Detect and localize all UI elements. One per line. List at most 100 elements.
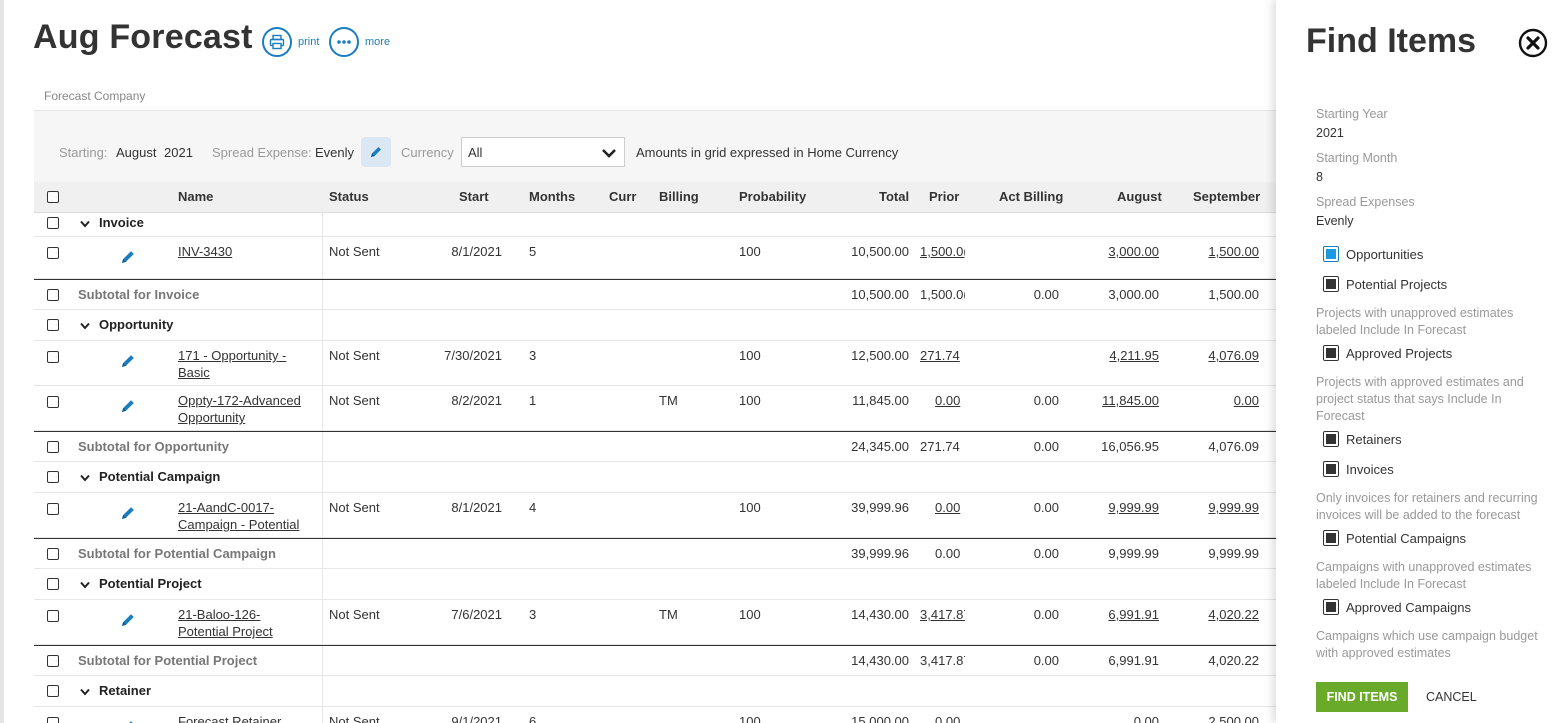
pencil-icon[interactable] — [120, 719, 136, 723]
item-august[interactable]: 0.00 — [1074, 713, 1159, 723]
table-row[interactable]: 171 - Opportunity - Basic Not Sent 7/30/… — [34, 341, 1276, 386]
potential-campaigns-checkbox[interactable] — [1323, 530, 1339, 546]
col-probability[interactable]: Probability — [739, 189, 806, 204]
currency-select[interactable]: All — [461, 137, 625, 167]
item-name[interactable]: 171 - Opportunity - — [178, 347, 286, 364]
item-september[interactable]: 4,020.22 — [1174, 606, 1259, 623]
item-prior[interactable]: 3,417.87 — [920, 606, 965, 623]
row-checkbox[interactable] — [47, 548, 59, 560]
item-prior[interactable]: 0.00 — [935, 499, 960, 516]
col-name[interactable]: Name — [178, 189, 213, 204]
row-checkbox[interactable] — [47, 289, 59, 301]
row-checkbox[interactable] — [47, 396, 59, 408]
col-prior[interactable]: Prior — [929, 189, 959, 204]
table-row[interactable]: 21-Baloo-126- Potential Project Not Sent… — [34, 600, 1276, 645]
potential-projects-label[interactable]: Potential Projects — [1346, 277, 1447, 292]
potential-projects-checkbox[interactable] — [1323, 276, 1339, 292]
invoices-checkbox[interactable] — [1323, 461, 1339, 477]
pencil-icon[interactable] — [120, 505, 136, 521]
item-prior[interactable]: 271.74 — [920, 347, 960, 364]
item-name[interactable]: Forecast Retainer — [178, 713, 281, 723]
pencil-icon[interactable] — [120, 398, 136, 414]
starting-year-value[interactable]: 2021 — [1316, 126, 1344, 140]
col-total[interactable]: Total — [879, 189, 909, 204]
item-september[interactable]: 9,999.99 — [1174, 499, 1259, 516]
item-september[interactable]: 2,500.00 — [1174, 713, 1259, 723]
retainers-checkbox[interactable] — [1323, 431, 1339, 447]
caret-down-icon[interactable] — [79, 686, 91, 698]
col-september[interactable]: September — [1193, 189, 1260, 204]
pencil-icon[interactable] — [120, 612, 136, 628]
potential-campaigns-label[interactable]: Potential Campaigns — [1346, 531, 1466, 546]
col-august[interactable]: August — [1117, 189, 1162, 204]
row-checkbox[interactable] — [47, 578, 59, 590]
row-checkbox[interactable] — [47, 441, 59, 453]
row-checkbox[interactable] — [47, 717, 59, 723]
retainers-label[interactable]: Retainers — [1346, 432, 1402, 447]
col-billing[interactable]: Billing — [659, 189, 699, 204]
item-september[interactable]: 4,076.09 — [1174, 347, 1259, 364]
spread-expenses-value[interactable]: Evenly — [1316, 214, 1354, 228]
row-checkbox[interactable] — [47, 503, 59, 515]
pencil-icon[interactable] — [120, 353, 136, 369]
group-row-invoice: Invoice — [34, 213, 1276, 237]
close-icon[interactable] — [1518, 28, 1548, 58]
caret-down-icon[interactable] — [79, 579, 91, 591]
caret-down-icon[interactable] — [79, 320, 91, 332]
col-act-billing[interactable]: Act Billing — [999, 189, 1063, 204]
col-months[interactable]: Months — [529, 189, 575, 204]
item-prior[interactable]: 1,500.0( — [920, 243, 965, 260]
table-row[interactable]: INV-3430 Not Sent 8/1/2021 5 100 10,500.… — [34, 237, 1276, 279]
col-status[interactable]: Status — [329, 189, 369, 204]
item-name[interactable]: INV-3430 — [178, 243, 232, 260]
opportunities-checkbox[interactable] — [1323, 246, 1339, 262]
pencil-icon[interactable] — [120, 249, 136, 265]
col-start[interactable]: Start — [459, 189, 489, 204]
more-button[interactable]: more — [329, 27, 390, 57]
item-august[interactable]: 11,845.00 — [1074, 392, 1159, 409]
cancel-button[interactable]: CANCEL — [1426, 682, 1477, 712]
item-name[interactable]: 21-AandC-0017- — [178, 499, 274, 516]
page-title: Aug Forecast — [33, 18, 253, 56]
item-august[interactable]: 3,000.00 — [1074, 243, 1159, 260]
item-prior[interactable]: 0.00 — [935, 392, 960, 409]
item-september[interactable]: 0.00 — [1174, 392, 1259, 409]
table-row[interactable]: Oppty-172-Advanced Opportunity Not Sent … — [34, 386, 1276, 431]
row-checkbox[interactable] — [47, 351, 59, 363]
item-august[interactable]: 6,991.91 — [1074, 606, 1159, 623]
edit-filters-button[interactable] — [361, 137, 391, 167]
item-name[interactable]: Oppty-172-Advanced — [178, 392, 301, 409]
approved-projects-label[interactable]: Approved Projects — [1346, 346, 1452, 361]
row-checkbox[interactable] — [47, 471, 59, 483]
select-all-checkbox[interactable] — [47, 191, 59, 203]
item-name-line2[interactable]: Campaign - Potential — [178, 516, 299, 533]
item-august[interactable]: 9,999.99 — [1074, 499, 1159, 516]
print-button[interactable]: print — [262, 27, 319, 57]
subtotal-prior: 271.74 — [920, 439, 960, 454]
approved-campaigns-label[interactable]: Approved Campaigns — [1346, 600, 1471, 615]
row-checkbox[interactable] — [47, 319, 59, 331]
row-checkbox[interactable] — [47, 247, 59, 259]
row-checkbox[interactable] — [47, 655, 59, 667]
approved-projects-checkbox[interactable] — [1323, 345, 1339, 361]
item-prior[interactable]: 0.00 — [935, 713, 960, 723]
item-august[interactable]: 4,211.95 — [1074, 347, 1159, 364]
caret-down-icon[interactable] — [79, 472, 91, 484]
item-name-line2[interactable]: Opportunity — [178, 409, 245, 426]
col-curr[interactable]: Curr — [609, 189, 636, 204]
table-row[interactable]: Forecast Retainer Not Sent 9/1/2021 6 10… — [34, 707, 1276, 723]
item-name-line2[interactable]: Basic — [178, 364, 210, 381]
caret-down-icon[interactable] — [79, 218, 91, 230]
row-checkbox[interactable] — [47, 217, 59, 229]
row-checkbox[interactable] — [47, 685, 59, 697]
invoices-label[interactable]: Invoices — [1346, 462, 1394, 477]
approved-campaigns-checkbox[interactable] — [1323, 599, 1339, 615]
item-name[interactable]: 21-Baloo-126- — [178, 606, 260, 623]
item-september[interactable]: 1,500.00 — [1174, 243, 1259, 260]
row-checkbox[interactable] — [47, 610, 59, 622]
opportunities-label[interactable]: Opportunities — [1346, 247, 1423, 262]
find-items-button[interactable]: FIND ITEMS — [1316, 682, 1408, 712]
starting-month-value[interactable]: 8 — [1316, 170, 1323, 184]
table-row[interactable]: 21-AandC-0017- Campaign - Potential Not … — [34, 493, 1276, 538]
item-name-line2[interactable]: Potential Project — [178, 623, 273, 640]
